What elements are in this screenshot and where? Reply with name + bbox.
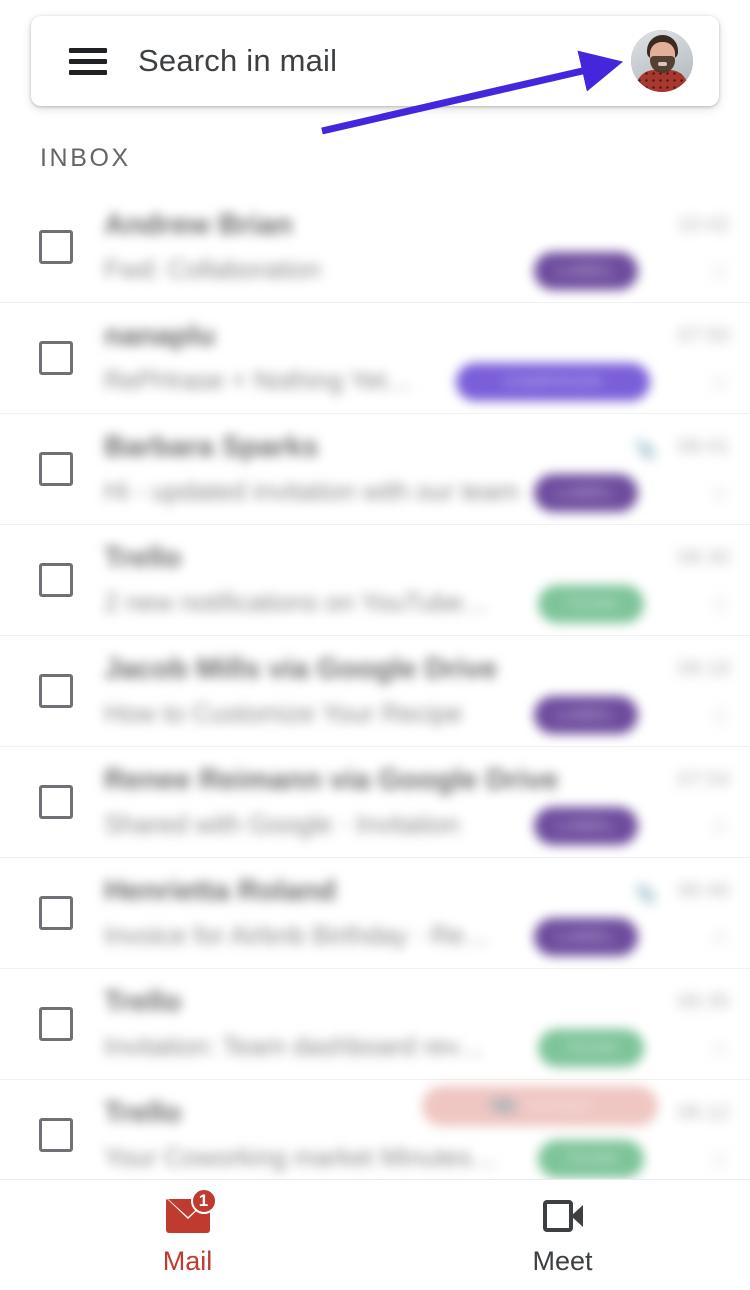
email-row-content[interactable]: Renee Reimann via Google Drive 07:54 Share… (104, 747, 736, 857)
inbox-section-label: INBOX (40, 144, 131, 172)
email-label-chip[interactable]: LABEL (534, 252, 638, 290)
email-sender: nanaplu (104, 320, 216, 352)
email-select-checkbox[interactable] (39, 1118, 73, 1152)
email-sender: Renee Reimann via Google Drive (104, 764, 559, 796)
email-list[interactable]: Andrew Brian 10:42 Fwd: Collaboration LABEL… (0, 192, 750, 1180)
email-subject: Invitation: Team dashboard rev… (104, 1031, 486, 1061)
email-row-content[interactable]: Trello 06:12 Your Coworking market Minutes… (104, 1080, 736, 1180)
email-label-chip[interactable]: TEAM (538, 585, 644, 623)
nav-item-mail[interactable]: 1 Mail (0, 1180, 375, 1290)
email-sender: Henrietta Roland (104, 875, 337, 907)
email-row[interactable]: Andrew Brian 10:42 Fwd: Collaboration LABEL… (0, 192, 750, 303)
nav-item-meet[interactable]: Meet (375, 1180, 750, 1290)
star-icon[interactable]: ☆ (708, 258, 734, 284)
search-input[interactable]: Search in mail (138, 43, 631, 79)
hamburger-bar (69, 58, 107, 64)
video-camera-icon[interactable] (538, 1194, 588, 1238)
attachment-chip[interactable]: 📎 Contract (422, 1086, 658, 1126)
email-subject: RePHrase + Nothing Yet… (104, 365, 413, 395)
star-icon[interactable]: ☆ (708, 591, 734, 617)
email-subject: 2 new notifications on YouTube… (104, 587, 489, 617)
email-select-checkbox[interactable] (39, 230, 73, 264)
email-select-checkbox[interactable] (39, 452, 73, 486)
email-row-content[interactable]: Andrew Brian 10:42 Fwd: Collaboration LABEL… (104, 192, 736, 302)
account-avatar[interactable] (631, 30, 693, 92)
email-select-checkbox[interactable] (39, 785, 73, 819)
email-label-chip[interactable]: LABEL (534, 696, 638, 734)
email-row[interactable]: Barbara Sparks 08:41 📎 Hi - updated invitat… (0, 414, 750, 525)
email-sender: Trello (104, 986, 182, 1018)
camera-shape (542, 1199, 583, 1232)
email-label-chip[interactable]: LABEL (534, 918, 638, 956)
email-row[interactable]: Trello 08:30 2 new notifications on YouTub… (0, 525, 750, 636)
email-label-chip[interactable]: LABEL (534, 474, 638, 512)
hamburger-bar (69, 69, 107, 75)
email-timestamp: 06:12 (677, 1101, 730, 1124)
nav-label: Meet (532, 1245, 593, 1276)
email-subject: Shared with Google · Invitation (104, 809, 460, 839)
email-select-checkbox[interactable] (39, 341, 73, 375)
email-row-content[interactable]: Jacob Mills via Google Drive 08:18 How to … (104, 636, 736, 746)
email-timestamp: 07:50 (677, 324, 730, 347)
hamburger-menu-icon[interactable] (69, 47, 107, 75)
email-timestamp: 06:40 (677, 879, 730, 902)
email-timestamp: 06:35 (677, 990, 730, 1013)
paperclip-icon: 📎 (485, 1087, 522, 1124)
email-timestamp: 08:18 (677, 657, 730, 680)
email-select-checkbox[interactable] (39, 563, 73, 597)
email-sender: Barbara Sparks (104, 431, 319, 463)
email-timestamp: 07:54 (677, 768, 730, 791)
email-row-content[interactable]: Trello 08:30 2 new notifications on YouTub… (104, 525, 736, 635)
hamburger-bar (69, 47, 107, 53)
attachment-icon: 📎 (634, 884, 658, 905)
star-icon[interactable]: ☆ (708, 1146, 734, 1172)
email-subject: Fwd: Collaboration (104, 254, 321, 284)
email-label-chip[interactable]: TEAM (538, 1029, 644, 1067)
email-label-chip[interactable]: LABEL (534, 807, 638, 845)
email-label-chip[interactable]: TEAM (538, 1140, 644, 1178)
email-sender: Trello (104, 1097, 182, 1129)
email-subject: Invoice for Airbnb Birthday · Re… (104, 920, 490, 950)
email-row-content[interactable]: nanaplu 07:50 RePHrase + Nothing Yet… CAMPA… (104, 303, 736, 413)
email-row-content[interactable]: Barbara Sparks 08:41 📎 Hi - updated invitat… (104, 414, 736, 524)
camera-lens (570, 1204, 583, 1227)
camera-body (542, 1199, 573, 1232)
email-row[interactable]: Henrietta Roland 06:40 📎 Invoice for Airbnb… (0, 858, 750, 969)
search-bar[interactable]: Search in mail (31, 16, 719, 106)
attachment-icon: 📎 (634, 440, 658, 461)
envelope-icon[interactable]: 1 (163, 1187, 217, 1238)
email-row[interactable]: Trello 06:12 Your Coworking market Minutes… (0, 1080, 750, 1180)
email-sender: Andrew Brian (104, 209, 293, 241)
email-subject: Hi - updated invitation with our team (104, 476, 519, 506)
email-select-checkbox[interactable] (39, 674, 73, 708)
email-timestamp: 08:30 (677, 546, 730, 569)
star-icon[interactable]: ☆ (708, 1035, 734, 1061)
unread-badge: 1 (190, 1187, 217, 1214)
email-row[interactable]: Trello 06:35 Invitation: Team dashboard re… (0, 969, 750, 1080)
email-row-content[interactable]: Trello 06:35 Invitation: Team dashboard re… (104, 969, 736, 1079)
email-timestamp: 08:41 (677, 435, 730, 458)
avatar-mouth (658, 62, 667, 66)
bottom-navigation-bar[interactable]: 1 Mail Meet (0, 1179, 750, 1290)
star-icon[interactable]: ☆ (708, 702, 734, 728)
star-icon[interactable]: ☆ (708, 369, 734, 395)
email-subject: How to Customize Your Recipe (104, 698, 463, 728)
star-icon[interactable]: ☆ (708, 813, 734, 839)
email-select-checkbox[interactable] (39, 1007, 73, 1041)
email-sender: Trello (104, 542, 182, 574)
email-row[interactable]: Jacob Mills via Google Drive 08:18 How to … (0, 636, 750, 747)
attachment-chip-label: Contract (525, 1096, 590, 1115)
email-sender: Jacob Mills via Google Drive (104, 653, 498, 685)
star-icon[interactable]: ☆ (708, 480, 734, 506)
nav-label: Mail (162, 1245, 213, 1276)
star-icon[interactable]: ☆ (708, 924, 734, 950)
email-row[interactable]: Renee Reimann via Google Drive 07:54 Share… (0, 747, 750, 858)
email-select-checkbox[interactable] (39, 896, 73, 930)
avatar-shirt (636, 70, 688, 92)
email-timestamp: 10:42 (677, 213, 730, 236)
email-row-content[interactable]: Henrietta Roland 06:40 📎 Invoice for Airbnb… (104, 858, 736, 968)
email-label-chip[interactable]: CAMPAIGN (456, 363, 650, 401)
email-row[interactable]: nanaplu 07:50 RePHrase + Nothing Yet… CAMPA… (0, 303, 750, 414)
email-subject: Your Coworking market Minutes… (104, 1142, 498, 1172)
